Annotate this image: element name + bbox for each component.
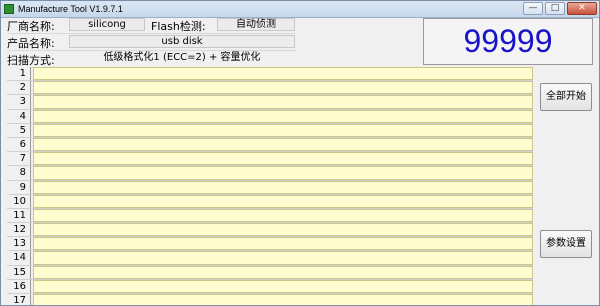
port-row: 11 — [7, 208, 533, 224]
port-number: 7 — [7, 152, 31, 166]
minimize-icon[interactable]: — — [523, 2, 543, 15]
port-status-cell — [33, 152, 533, 166]
port-row: 9 — [7, 180, 533, 195]
vendor-label: 厂商名称: — [7, 20, 55, 33]
port-row: 15 — [7, 265, 533, 280]
close-icon[interactable]: ✕ — [567, 2, 597, 15]
port-row: 2 — [7, 81, 533, 96]
port-number: 5 — [7, 123, 31, 137]
port-number: 13 — [7, 237, 31, 251]
flash-value: 自动侦测 — [217, 18, 295, 31]
port-status-cell — [33, 95, 533, 109]
port-number: 15 — [7, 265, 31, 279]
scan-value: 低级格式化1 (ECC=2) + 容量优化 — [103, 52, 261, 63]
title-bar: Manufacture Tool V1.9.7.1 — □ ✕ — [1, 1, 599, 18]
port-row: 10 — [7, 194, 533, 209]
window-title: Manufacture Tool V1.9.7.1 — [18, 4, 123, 14]
product-value: usb disk — [69, 35, 295, 48]
port-number: 16 — [7, 279, 31, 293]
port-status-cell — [33, 109, 533, 123]
port-list: 1 2 3 4 5 6 7 8 9 10 11 12 13 14 15 16 17 — [7, 67, 533, 305]
flash-label: Flash检测: — [151, 20, 206, 33]
port-status-cell — [33, 166, 533, 180]
port-status-cell — [33, 279, 533, 293]
port-number: 10 — [7, 194, 31, 208]
port-number: 8 — [7, 166, 31, 180]
info-row-product: 产品名称: usb disk — [7, 34, 297, 51]
port-status-cell — [33, 67, 533, 81]
settings-button[interactable]: 参数设置 — [540, 230, 592, 258]
port-status-cell — [33, 180, 533, 194]
port-number: 17 — [7, 294, 31, 305]
port-number: 9 — [7, 180, 31, 194]
app-icon — [4, 4, 14, 14]
port-status-cell — [33, 265, 533, 279]
port-number: 1 — [7, 67, 31, 81]
port-row: 1 — [7, 67, 533, 82]
app-window: Manufacture Tool V1.9.7.1 — □ ✕ 厂商名称: si… — [0, 0, 600, 306]
port-status-cell — [33, 237, 533, 251]
port-status-cell — [33, 123, 533, 137]
port-row: 5 — [7, 123, 533, 138]
port-number: 12 — [7, 223, 31, 237]
port-row: 7 — [7, 152, 533, 167]
port-number: 4 — [7, 109, 31, 123]
port-row: 13 — [7, 237, 533, 252]
port-status-cell — [33, 223, 533, 237]
port-row: 16 — [7, 279, 533, 294]
port-status-cell — [33, 137, 533, 152]
port-status-cell — [33, 208, 533, 223]
port-status-cell — [33, 194, 533, 208]
scan-label: 扫描方式: — [7, 54, 55, 67]
port-number: 6 — [7, 137, 31, 152]
info-row-scan: 扫描方式: 低级格式化1 (ECC=2) + 容量优化 — [7, 51, 297, 68]
info-row-vendor: 厂商名称: silicong Flash检测: 自动侦测 — [7, 17, 297, 34]
vendor-value: silicong — [69, 18, 145, 31]
port-status-cell — [33, 294, 533, 305]
port-number: 14 — [7, 251, 31, 265]
port-status-cell — [33, 81, 533, 95]
port-number: 2 — [7, 81, 31, 95]
port-number: 3 — [7, 95, 31, 109]
port-status-cell — [33, 251, 533, 265]
port-row: 17 — [7, 294, 533, 305]
port-row: 8 — [7, 166, 533, 181]
maximize-icon[interactable]: □ — [545, 2, 565, 15]
port-row: 4 — [7, 109, 533, 124]
count-display: 99999 — [423, 18, 593, 65]
device-info-panel: 厂商名称: silicong Flash检测: 自动侦测 产品名称: usb d… — [7, 17, 297, 68]
port-number: 11 — [7, 208, 31, 223]
window-controls: — □ ✕ — [523, 2, 597, 15]
port-row: 14 — [7, 251, 533, 266]
port-row: 3 — [7, 95, 533, 110]
port-row: 12 — [7, 223, 533, 238]
product-label: 产品名称: — [7, 37, 55, 50]
start-all-button[interactable]: 全部开始 — [540, 83, 592, 111]
port-row: 6 — [7, 137, 533, 153]
